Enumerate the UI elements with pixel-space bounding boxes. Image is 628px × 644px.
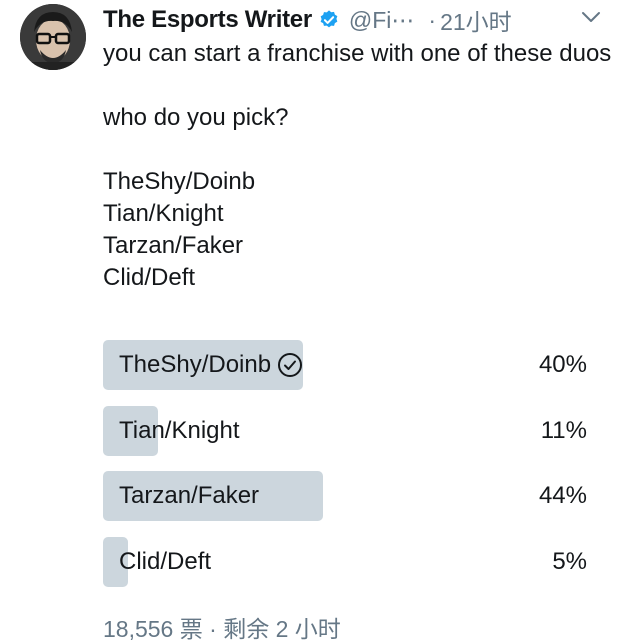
- tweet-header: The Esports Writer @Fi⋯ · 21小时: [103, 4, 628, 36]
- check-circle-icon: [278, 353, 303, 377]
- author-handle[interactable]: @Fi⋯: [349, 7, 415, 34]
- tweet-timestamp[interactable]: 21小时: [440, 3, 512, 37]
- footer-separator: ·: [209, 616, 217, 642]
- poll-option-label: Clid/Deft: [119, 547, 212, 575]
- tweet-line: you can start a franchise with one of th…: [103, 40, 612, 67]
- poll-option-label: Tarzan/Faker: [119, 482, 260, 509]
- poll-option-percent: 40%: [538, 351, 587, 378]
- tweet-line: Clid/Deft: [103, 264, 196, 291]
- poll-option-label: TheShy/Doinb: [119, 351, 272, 378]
- verified-badge-icon: [320, 10, 338, 28]
- avatar-photo: [20, 4, 86, 70]
- tweet-line: who do you pick?: [103, 104, 289, 131]
- header-separator: ·: [428, 6, 437, 33]
- author-name[interactable]: The Esports Writer: [103, 6, 312, 34]
- avatar[interactable]: [20, 4, 86, 70]
- poll-option-percent: 11%: [540, 416, 587, 444]
- tweet-line: TheShy/Doinb: [103, 168, 256, 195]
- poll-option-clid-deft[interactable]: Clid/Deft 5%: [103, 536, 593, 587]
- tweet-line: Tarzan/Faker: [103, 232, 244, 259]
- poll: TheShy/Doinb 40% Tian/Knight 11% Tarzan/…: [103, 340, 593, 602]
- poll-option-theshy-doinb[interactable]: TheShy/Doinb 40%: [103, 340, 593, 390]
- poll-option-label: Tian/Knight: [119, 416, 240, 444]
- poll-time-remaining: 剩余 2 小时: [223, 616, 341, 642]
- poll-option-percent: 5%: [552, 547, 587, 575]
- poll-option-percent: 44%: [538, 482, 587, 509]
- poll-footer: 18,556 票 · 剩余 2 小时: [103, 610, 341, 644]
- chevron-down-icon[interactable]: [580, 6, 602, 28]
- poll-option-tian-knight[interactable]: Tian/Knight 11%: [103, 405, 593, 456]
- tweet-text: you can start a franchise with one of th…: [103, 38, 613, 294]
- poll-vote-count: 18,556 票: [103, 616, 203, 642]
- poll-option-tarzan-faker[interactable]: Tarzan/Faker 44%: [103, 471, 593, 521]
- tweet-line: Tian/Knight: [103, 200, 224, 227]
